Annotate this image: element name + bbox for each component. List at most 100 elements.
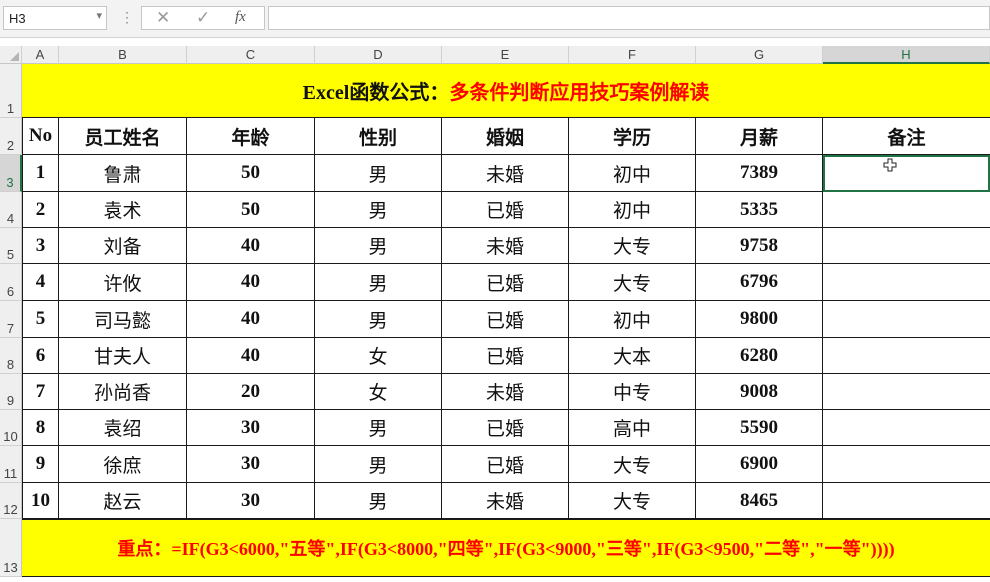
table-cell[interactable]: 初中 (569, 192, 696, 228)
select-all-corner[interactable] (0, 46, 22, 64)
header-cell[interactable]: 员工姓名 (59, 118, 187, 155)
table-cell[interactable]: 3 (22, 228, 59, 264)
table-cell[interactable]: 已婚 (442, 192, 569, 228)
table-cell[interactable]: 50 (187, 155, 315, 192)
table-cell[interactable]: 2 (22, 192, 59, 228)
column-header-e[interactable]: E (442, 46, 569, 64)
table-cell[interactable]: 7 (22, 374, 59, 410)
table-cell[interactable]: 1 (22, 155, 59, 192)
more-options-icon[interactable]: ⋮ (120, 9, 134, 26)
table-cell[interactable]: 女 (315, 374, 442, 410)
table-cell[interactable]: 30 (187, 410, 315, 446)
table-cell[interactable]: 4 (22, 264, 59, 301)
table-cell[interactable]: 未婚 (442, 228, 569, 264)
note-banner[interactable]: 重点：=IF(G3<6000,"五等",IF(G3<8000,"四等",IF(G… (22, 519, 990, 577)
table-cell[interactable]: 男 (315, 228, 442, 264)
table-cell[interactable]: 40 (187, 264, 315, 301)
title-banner[interactable]: Excel函数公式： 多条件判断应用技巧案例解读 (22, 64, 990, 118)
table-cell[interactable]: 未婚 (442, 483, 569, 519)
table-cell[interactable]: 5590 (696, 410, 823, 446)
insert-function-icon[interactable]: fx (235, 9, 246, 26)
table-cell[interactable] (823, 264, 990, 301)
table-cell[interactable]: 男 (315, 446, 442, 483)
header-cell[interactable]: 年龄 (187, 118, 315, 155)
row-header-8[interactable]: 8 (0, 338, 22, 374)
table-cell[interactable] (823, 410, 990, 446)
table-cell[interactable]: 中专 (569, 374, 696, 410)
table-cell[interactable]: 已婚 (442, 264, 569, 301)
table-cell[interactable]: 大专 (569, 264, 696, 301)
table-cell[interactable]: 6 (22, 338, 59, 374)
row-header-7[interactable]: 7 (0, 301, 22, 338)
row-header-11[interactable]: 11 (0, 446, 22, 483)
table-cell[interactable]: 6900 (696, 446, 823, 483)
column-header-f[interactable]: F (569, 46, 696, 64)
table-cell[interactable]: 10 (22, 483, 59, 519)
table-cell[interactable]: 司马懿 (59, 301, 187, 338)
row-header-4[interactable]: 4 (0, 192, 22, 228)
row-header-1[interactable]: 1 (0, 64, 22, 118)
column-header-h[interactable]: H (823, 46, 990, 64)
enter-check-icon[interactable]: ✓ (196, 8, 210, 28)
name-box[interactable]: H3 ▾ (3, 6, 107, 30)
table-cell[interactable]: 40 (187, 338, 315, 374)
table-cell[interactable]: 初中 (569, 155, 696, 192)
table-cell[interactable]: 大专 (569, 446, 696, 483)
table-cell[interactable]: 30 (187, 483, 315, 519)
table-cell[interactable]: 40 (187, 301, 315, 338)
table-cell[interactable]: 已婚 (442, 338, 569, 374)
row-header-6[interactable]: 6 (0, 264, 22, 301)
header-cell[interactable]: 备注 (823, 118, 990, 155)
table-cell[interactable] (823, 228, 990, 264)
row-header-2[interactable]: 2 (0, 118, 22, 155)
table-cell[interactable] (823, 301, 990, 338)
active-cell-selection[interactable] (823, 155, 990, 192)
header-cell[interactable]: No (22, 118, 59, 155)
table-cell[interactable]: 8 (22, 410, 59, 446)
table-cell[interactable]: 9758 (696, 228, 823, 264)
table-cell[interactable]: 未婚 (442, 155, 569, 192)
formula-input[interactable] (268, 6, 990, 30)
column-header-c[interactable]: C (187, 46, 315, 64)
table-cell[interactable]: 未婚 (442, 374, 569, 410)
table-cell[interactable]: 9800 (696, 301, 823, 338)
table-cell[interactable]: 男 (315, 264, 442, 301)
table-cell[interactable] (823, 483, 990, 519)
row-header-13[interactable]: 13 (0, 519, 22, 577)
table-cell[interactable]: 50 (187, 192, 315, 228)
table-cell[interactable] (823, 338, 990, 374)
table-cell[interactable]: 鲁肃 (59, 155, 187, 192)
row-header-5[interactable]: 5 (0, 228, 22, 264)
table-cell[interactable]: 40 (187, 228, 315, 264)
table-cell[interactable]: 男 (315, 192, 442, 228)
table-cell[interactable]: 徐庶 (59, 446, 187, 483)
table-cell[interactable]: 9 (22, 446, 59, 483)
table-cell[interactable]: 6280 (696, 338, 823, 374)
table-cell[interactable]: 已婚 (442, 446, 569, 483)
table-cell[interactable]: 高中 (569, 410, 696, 446)
table-cell[interactable]: 许攸 (59, 264, 187, 301)
row-header-3[interactable]: 3 (0, 155, 22, 192)
table-cell[interactable]: 男 (315, 155, 442, 192)
table-cell[interactable]: 5 (22, 301, 59, 338)
header-cell[interactable]: 性别 (315, 118, 442, 155)
chevron-down-icon[interactable]: ▾ (96, 9, 102, 22)
table-cell[interactable]: 6796 (696, 264, 823, 301)
table-cell[interactable]: 女 (315, 338, 442, 374)
table-cell[interactable]: 孙尚香 (59, 374, 187, 410)
table-cell[interactable]: 30 (187, 446, 315, 483)
table-cell[interactable]: 袁术 (59, 192, 187, 228)
table-cell[interactable]: 20 (187, 374, 315, 410)
table-cell[interactable]: 刘备 (59, 228, 187, 264)
table-cell[interactable]: 7389 (696, 155, 823, 192)
row-header-9[interactable]: 9 (0, 374, 22, 410)
column-header-d[interactable]: D (315, 46, 442, 64)
table-cell[interactable]: 大专 (569, 483, 696, 519)
table-cell[interactable]: 赵云 (59, 483, 187, 519)
header-cell[interactable]: 学历 (569, 118, 696, 155)
header-cell[interactable]: 月薪 (696, 118, 823, 155)
table-cell[interactable]: 男 (315, 410, 442, 446)
row-header-10[interactable]: 10 (0, 410, 22, 446)
table-cell[interactable] (823, 374, 990, 410)
table-cell[interactable]: 男 (315, 483, 442, 519)
